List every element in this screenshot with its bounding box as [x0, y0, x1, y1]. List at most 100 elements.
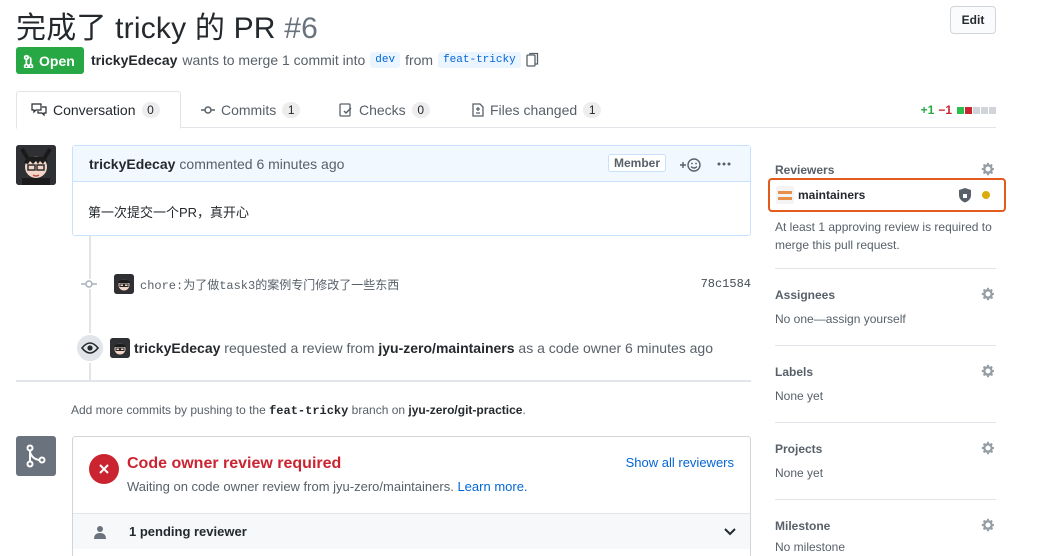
pull-request-icon — [23, 54, 34, 68]
pending-reviewers-row[interactable]: 1 pending reviewer — [73, 513, 750, 549]
diffstat: +1 −1 — [921, 103, 996, 117]
commit-icon — [80, 279, 98, 289]
head-branch[interactable]: feat-tricky — [438, 52, 521, 68]
comment-time[interactable]: commented 6 minutes ago — [179, 156, 344, 172]
diffstat-additions: +1 — [920, 103, 935, 117]
sidebar-divider — [775, 345, 996, 346]
merge-subtitle-text: Waiting on code owner review from jyu-ze… — [127, 479, 454, 494]
eye-icon — [75, 333, 105, 363]
commit-item: chore:为了做task3的案例专门修改了一些东西 78c1584 — [80, 272, 751, 296]
milestone-heading[interactable]: Milestone — [775, 519, 996, 533]
reviewers-heading[interactable]: Reviewers — [775, 163, 996, 177]
hint-prefix: Add more commits by pushing to the — [71, 403, 266, 417]
pr-tabs: Conversation 0 Commits 1 Checks 0 Files … — [16, 91, 996, 129]
comment-author[interactable]: trickyEdecay — [89, 156, 175, 172]
sidebar-divider — [775, 268, 996, 269]
sidebar-divider — [775, 422, 996, 423]
comment-discussion-icon — [31, 103, 47, 117]
commit-icon — [201, 105, 215, 114]
show-all-reviewers-link[interactable]: Show all reviewers — [626, 455, 734, 470]
event-team[interactable]: jyu-zero/maintainers — [378, 340, 514, 356]
tab-checks-count: 0 — [411, 101, 430, 118]
tab-checks-label: Checks — [359, 101, 406, 118]
gear-icon[interactable] — [980, 363, 996, 379]
avatar[interactable] — [114, 274, 134, 294]
avatar[interactable] — [110, 338, 130, 358]
diffstat-deletions: −1 — [938, 103, 952, 117]
pr-meta: trickyEdecay wants to merge 1 commit int… — [91, 52, 540, 68]
tab-conversation-count: 0 — [141, 102, 160, 118]
member-badge: Member — [608, 154, 667, 172]
tab-commits-count: 1 — [282, 101, 301, 118]
tab-files-changed[interactable]: Files changed 1 — [472, 91, 602, 128]
event-author[interactable]: trickyEdecay — [134, 340, 220, 356]
sidebar-milestone: Milestone No milestone — [775, 517, 996, 554]
projects-heading[interactable]: Projects — [775, 442, 996, 456]
sidebar-assignees: Assignees No one—assign yourself — [775, 286, 996, 326]
chevron-down-icon — [724, 527, 736, 535]
hint-repo[interactable]: jyu-zero/git-practice — [408, 403, 522, 417]
edit-button[interactable]: Edit — [950, 6, 996, 34]
from-text: from — [405, 52, 434, 68]
hint-middle: branch on — [351, 403, 406, 417]
tab-commits-label: Commits — [221, 101, 277, 118]
state-badge-open: Open — [16, 47, 84, 74]
assignees-value[interactable]: No one—assign yourself — [775, 312, 996, 326]
push-hint: Add more commits by pushing to the feat-… — [71, 403, 526, 418]
gear-icon[interactable] — [980, 517, 996, 533]
diffstat-blocks — [956, 103, 996, 117]
git-merge-icon — [16, 436, 56, 476]
tab-commits[interactable]: Commits 1 — [201, 91, 301, 128]
tab-checks[interactable]: Checks 0 — [339, 91, 430, 128]
hint-branch: feat-tricky — [269, 404, 349, 418]
add-reaction-icon[interactable] — [679, 157, 701, 173]
learn-more-link[interactable]: Learn more. — [457, 479, 527, 494]
event-text-2: as a code owner 6 minutes ago — [518, 340, 713, 356]
merge-text: wants to merge 1 commit into — [182, 52, 366, 68]
reviewer-team-name[interactable]: maintainers — [798, 188, 865, 202]
pr-title: 完成了 tricky 的 PR #6 — [16, 3, 318, 47]
gear-icon[interactable] — [980, 286, 996, 302]
sidebar-labels: Labels None yet — [775, 363, 996, 403]
review-request-event: trickyEdecay requested a review from jyu… — [75, 333, 751, 363]
reviewer-team-maintainers[interactable]: maintainers — [776, 186, 1000, 204]
copy-icon[interactable] — [526, 52, 540, 68]
shield-lock-icon — [959, 188, 971, 203]
state-label: Open — [39, 52, 75, 69]
checklist-icon — [339, 102, 352, 117]
merge-title: Code owner review required — [127, 455, 342, 472]
tab-files-label: Files changed — [490, 101, 578, 118]
hint-suffix: . — [522, 403, 526, 417]
labels-heading[interactable]: Labels — [775, 365, 996, 379]
sidebar-reviewers: Reviewers — [775, 161, 996, 177]
milestone-value: No milestone — [775, 540, 846, 554]
gear-icon[interactable] — [980, 440, 996, 456]
comment-body: 第一次提交一个PR，真开心 — [88, 205, 250, 220]
pending-review-dot — [982, 191, 990, 199]
pending-label: 1 pending reviewer — [129, 524, 247, 539]
team-avatar — [776, 186, 794, 204]
avatar[interactable] — [16, 145, 56, 185]
assignees-heading[interactable]: Assignees — [775, 288, 996, 302]
event-text-1: requested a review from — [224, 340, 375, 356]
commit-message[interactable]: chore:为了做task3的案例专门修改了一些东西 — [140, 276, 399, 293]
comment-header: trickyEdecay commented 6 minutes ago Mem… — [73, 146, 750, 182]
tab-conversation-label: Conversation — [53, 102, 136, 118]
gear-icon[interactable] — [980, 161, 996, 177]
comment-box: trickyEdecay commented 6 minutes ago Mem… — [72, 145, 751, 236]
commit-sha[interactable]: 78c1584 — [701, 277, 751, 291]
author-link[interactable]: trickyEdecay — [91, 52, 177, 68]
merge-status-box: Code owner review required Waiting on co… — [72, 436, 751, 556]
timeline-divider — [16, 380, 751, 382]
sidebar-divider — [775, 499, 996, 500]
sidebar-projects: Projects None yet — [775, 440, 996, 480]
person-icon — [94, 525, 106, 539]
x-icon — [89, 454, 119, 484]
file-diff-icon — [472, 102, 484, 117]
merge-subtitle: Waiting on code owner review from jyu-ze… — [127, 479, 528, 494]
tab-conversation[interactable]: Conversation 0 — [16, 91, 181, 129]
base-branch[interactable]: dev — [370, 52, 401, 68]
labels-value: None yet — [775, 389, 824, 403]
kebab-menu-icon[interactable] — [717, 162, 731, 166]
projects-value: None yet — [775, 466, 824, 480]
